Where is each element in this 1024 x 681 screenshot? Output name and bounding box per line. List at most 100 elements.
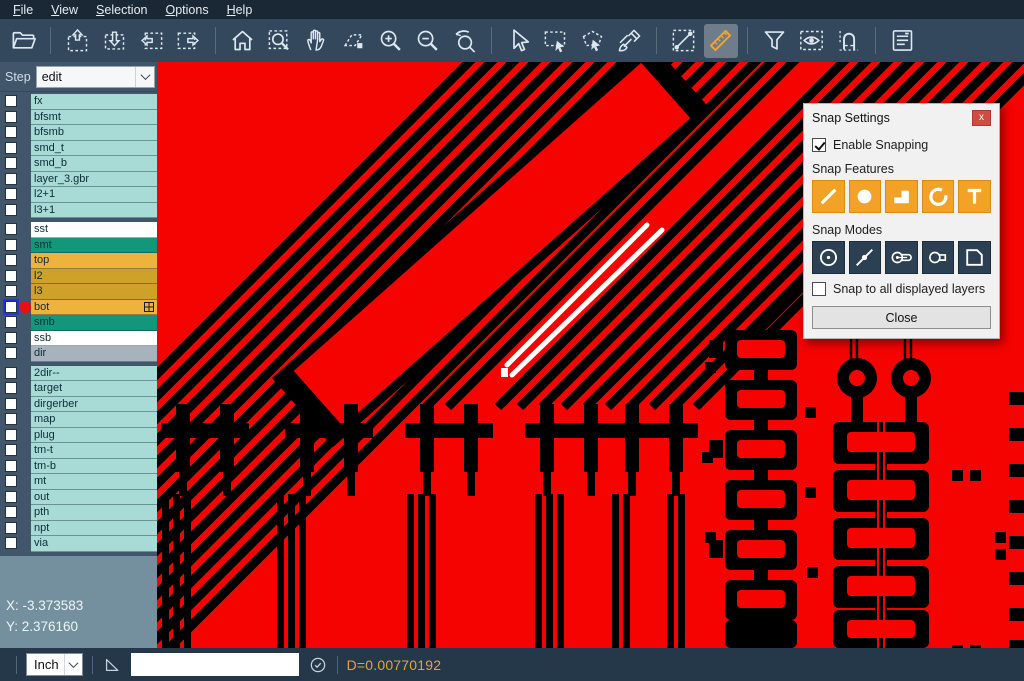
layer-row[interactable]: out	[0, 490, 157, 506]
layer-label[interactable]: map	[31, 412, 157, 428]
select-rectangle-button[interactable]	[539, 24, 573, 58]
snap-arc-button[interactable]	[922, 180, 955, 213]
layer-visibility-checkbox[interactable]	[5, 460, 17, 472]
layer-label[interactable]: npt	[31, 521, 157, 537]
menu-view[interactable]: View	[42, 2, 87, 18]
layer-row[interactable]: tm-b	[0, 459, 157, 475]
dialog-title-bar[interactable]: Snap Settings x	[812, 105, 991, 130]
layer-label[interactable]: l3	[31, 284, 157, 300]
view-region-button[interactable]	[795, 24, 829, 58]
report-button[interactable]	[886, 24, 920, 58]
zoom-shape-button[interactable]	[337, 24, 371, 58]
menu-options[interactable]: Options	[156, 2, 217, 18]
layer-row[interactable]: tm-t	[0, 443, 157, 459]
layer-visibility-checkbox[interactable]	[5, 270, 17, 282]
layer-row[interactable]: target	[0, 381, 157, 397]
layer-visibility-checkbox[interactable]	[5, 367, 17, 379]
layer-row[interactable]: map	[0, 412, 157, 428]
layer-visibility-checkbox[interactable]	[5, 537, 17, 549]
layer-visibility-checkbox[interactable]	[5, 332, 17, 344]
layer-row[interactable]: smd_b	[0, 156, 157, 172]
layer-label[interactable]: smb	[31, 315, 157, 331]
layer-visibility-checkbox[interactable]	[5, 239, 17, 251]
layer-visibility-checkbox[interactable]	[5, 475, 17, 487]
pan-down-button[interactable]	[98, 24, 132, 58]
layer-row[interactable]: bfsmb	[0, 125, 157, 141]
pan-left-button[interactable]	[135, 24, 169, 58]
close-button[interactable]: Close	[812, 306, 991, 329]
layer-row[interactable]: bot	[0, 300, 157, 316]
layer-row[interactable]: layer_3.gbr	[0, 172, 157, 188]
layer-row[interactable]: smd_t	[0, 141, 157, 157]
layer-row[interactable]: top	[0, 253, 157, 269]
snap-line-point-button[interactable]	[849, 241, 882, 274]
layer-label[interactable]: plug	[31, 428, 157, 444]
layer-row[interactable]: l2	[0, 269, 157, 285]
layer-row[interactable]: smb	[0, 315, 157, 331]
layer-row[interactable]: ssb	[0, 331, 157, 347]
snap-pad-slot-button[interactable]	[885, 241, 918, 274]
layer-visibility-checkbox[interactable]	[5, 188, 17, 200]
snap-pad-open-button[interactable]	[922, 241, 955, 274]
layer-label[interactable]: mt	[31, 474, 157, 490]
layer-visibility-checkbox[interactable]	[5, 444, 17, 456]
snap-center-button[interactable]	[812, 241, 845, 274]
ruler-button[interactable]	[704, 24, 738, 58]
layer-row[interactable]: dirgerber	[0, 397, 157, 413]
layer-label[interactable]: smd_b	[31, 156, 157, 172]
clear-brush-button[interactable]	[613, 24, 647, 58]
pan-hand-button[interactable]	[300, 24, 334, 58]
layer-row[interactable]: npt	[0, 521, 157, 537]
layer-visibility-checkbox[interactable]	[5, 142, 17, 154]
layer-row[interactable]: 2dir--	[0, 366, 157, 382]
layer-visibility-checkbox[interactable]	[5, 413, 17, 425]
layer-visibility-checkbox[interactable]	[5, 126, 17, 138]
angle-corner-icon[interactable]	[102, 655, 122, 675]
layer-label[interactable]: layer_3.gbr	[31, 172, 157, 188]
layer-row[interactable]: l2+1	[0, 187, 157, 203]
layer-label[interactable]: bfsmb	[31, 125, 157, 141]
layer-label[interactable]: target	[31, 381, 157, 397]
enable-snapping-row[interactable]: Enable Snapping	[812, 138, 991, 152]
snap-all-layers-row[interactable]: Snap to all displayed layers	[812, 282, 991, 296]
chevron-down-icon[interactable]	[64, 654, 82, 675]
layer-row[interactable]: l3	[0, 284, 157, 300]
layer-visibility-checkbox[interactable]	[5, 95, 17, 107]
layer-visibility-checkbox[interactable]	[5, 316, 17, 328]
pan-right-button[interactable]	[172, 24, 206, 58]
layer-label[interactable]: l2	[31, 269, 157, 285]
menu-file[interactable]: File	[4, 2, 42, 18]
layer-label[interactable]: dirgerber	[31, 397, 157, 413]
snap-magnet-button[interactable]	[832, 24, 866, 58]
layer-row[interactable]: dir	[0, 346, 157, 362]
open-folder-button[interactable]	[7, 24, 41, 58]
snap-circle-button[interactable]	[849, 180, 882, 213]
layer-visibility-checkbox[interactable]	[5, 398, 17, 410]
apply-check-icon[interactable]	[308, 655, 328, 675]
layer-row[interactable]: smt	[0, 238, 157, 254]
layer-label[interactable]: bfsmt	[31, 110, 157, 126]
layer-label[interactable]: smt	[31, 238, 157, 254]
snap-text-button[interactable]	[958, 180, 991, 213]
layer-label[interactable]: bot	[31, 300, 157, 316]
layer-label[interactable]: via	[31, 536, 157, 552]
select-polygon-button[interactable]	[576, 24, 610, 58]
layer-visibility-checkbox[interactable]	[5, 157, 17, 169]
step-select[interactable]: edit	[36, 66, 155, 88]
chevron-down-icon[interactable]	[135, 67, 154, 87]
layer-label[interactable]: sst	[31, 222, 157, 238]
layer-label[interactable]: 2dir--	[31, 366, 157, 382]
layer-label[interactable]: top	[31, 253, 157, 269]
layer-label[interactable]: tm-b	[31, 459, 157, 475]
layer-visibility-checkbox[interactable]	[5, 204, 17, 216]
snap-contour-button[interactable]	[958, 241, 991, 274]
command-input[interactable]	[131, 653, 299, 676]
layer-row[interactable]: plug	[0, 428, 157, 444]
layer-label[interactable]: pth	[31, 505, 157, 521]
select-pointer-button[interactable]	[502, 24, 536, 58]
measure-distance-button[interactable]	[667, 24, 701, 58]
home-button[interactable]	[226, 24, 260, 58]
layer-row[interactable]: via	[0, 536, 157, 552]
layer-label[interactable]: l3+1	[31, 203, 157, 219]
filter-button[interactable]	[758, 24, 792, 58]
